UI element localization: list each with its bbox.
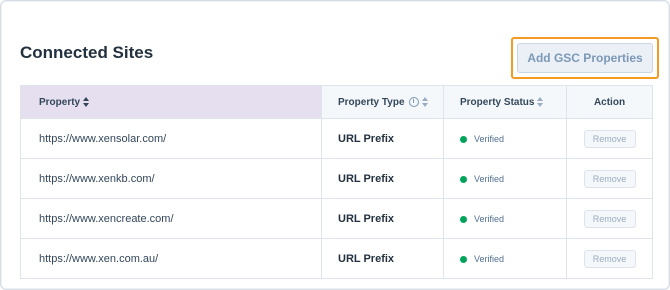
table-row: https://www.xen.com.au/ URL Prefix Verif… bbox=[20, 238, 653, 279]
column-header-label: Property Type bbox=[338, 96, 405, 108]
action-cell: Remove bbox=[566, 118, 653, 159]
property-url: https://www.xensolar.com/ bbox=[20, 118, 322, 159]
remove-button[interactable]: Remove bbox=[583, 249, 636, 268]
property-url: https://www.xencreate.com/ bbox=[20, 198, 322, 239]
connected-sites-table: Property Property Type i Property Status … bbox=[20, 85, 653, 279]
property-type: URL Prefix bbox=[321, 158, 444, 199]
status-dot-icon bbox=[460, 175, 467, 183]
remove-button[interactable]: Remove bbox=[583, 169, 636, 188]
connected-sites-panel: Connected Sites Add GSC Properties Prope… bbox=[0, 0, 670, 290]
status-label: Verified bbox=[474, 133, 505, 144]
column-header-property[interactable]: Property bbox=[20, 85, 322, 119]
table-row: https://www.xensolar.com/ URL Prefix Ver… bbox=[20, 118, 653, 159]
action-cell: Remove bbox=[566, 238, 653, 279]
property-url: https://www.xenkb.com/ bbox=[20, 158, 322, 199]
remove-button[interactable]: Remove bbox=[583, 129, 636, 148]
column-header-property-type[interactable]: Property Type i bbox=[321, 85, 444, 119]
sort-icon[interactable] bbox=[421, 96, 429, 107]
property-type: URL Prefix bbox=[321, 118, 444, 159]
status-label: Verified bbox=[474, 213, 505, 224]
property-type: URL Prefix bbox=[321, 238, 444, 279]
sort-icon[interactable] bbox=[83, 96, 90, 107]
status-label: Verified bbox=[474, 253, 505, 264]
status-dot-icon bbox=[460, 215, 467, 223]
column-header-property-status[interactable]: Property Status bbox=[443, 85, 567, 119]
status-dot-icon bbox=[460, 255, 467, 263]
sort-icon[interactable] bbox=[537, 96, 544, 107]
status-dot-icon bbox=[460, 135, 467, 143]
table-row: https://www.xenkb.com/ URL Prefix Verifi… bbox=[20, 158, 653, 199]
column-header-label: Property bbox=[39, 96, 81, 108]
add-gsc-highlight: Add GSC Properties bbox=[511, 37, 659, 79]
action-cell: Remove bbox=[566, 198, 653, 239]
table-header-row: Property Property Type i Property Status … bbox=[20, 85, 653, 119]
property-status: Verified bbox=[443, 158, 567, 199]
remove-button[interactable]: Remove bbox=[583, 209, 636, 228]
property-type: URL Prefix bbox=[321, 198, 444, 239]
column-header-action: Action bbox=[566, 85, 653, 119]
table-row: https://www.xencreate.com/ URL Prefix Ve… bbox=[20, 198, 653, 239]
add-gsc-properties-button[interactable]: Add GSC Properties bbox=[517, 43, 653, 73]
status-label: Verified bbox=[474, 173, 505, 184]
page-title: Connected Sites bbox=[20, 43, 154, 62]
action-cell: Remove bbox=[566, 158, 653, 199]
property-status: Verified bbox=[443, 198, 567, 239]
property-status: Verified bbox=[443, 238, 567, 279]
column-header-label: Property Status bbox=[460, 96, 535, 108]
property-url: https://www.xen.com.au/ bbox=[20, 238, 322, 279]
property-status: Verified bbox=[443, 118, 567, 159]
info-icon[interactable]: i bbox=[408, 96, 419, 107]
column-header-label: Action bbox=[593, 96, 626, 108]
